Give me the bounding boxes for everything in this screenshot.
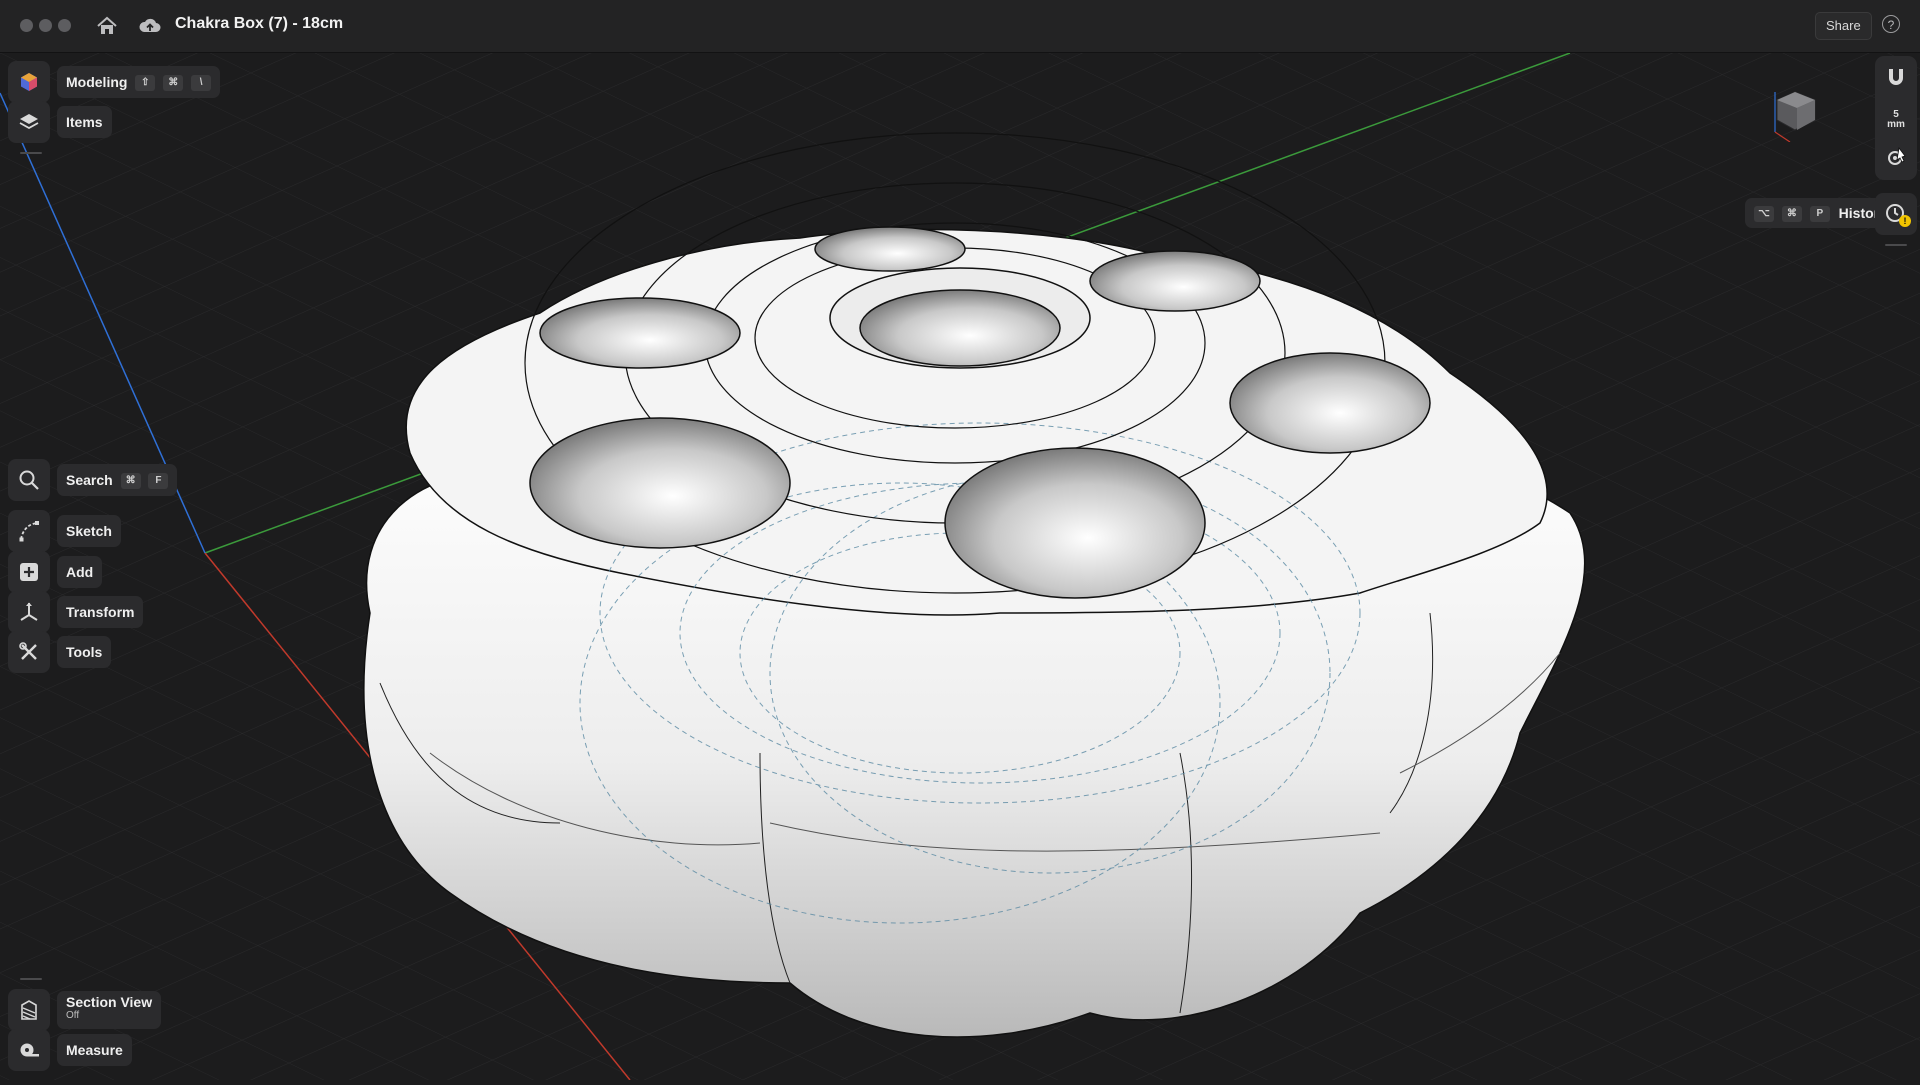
transform-icon [20,602,38,621]
modeling-mode-button[interactable] [8,61,50,103]
snap-increment[interactable]: 5 mm [1875,110,1917,130]
cloud-upload-icon[interactable] [138,14,162,38]
share-button[interactable]: Share [1815,12,1872,40]
measure-label[interactable]: Measure [57,1034,132,1066]
shortcut-key: ⌘ [1781,206,1802,223]
shortcut-key: ⌥ [1754,206,1774,223]
3d-viewport[interactable] [0,52,1920,1081]
history-label[interactable]: ⌥ ⌘ P History [1745,198,1896,228]
add-label[interactable]: Add [57,556,103,588]
section-view-text: Section View [66,994,153,1010]
measure-button[interactable] [8,1029,50,1071]
section-view-icon [21,1000,37,1020]
view-cube-icon[interactable] [1765,82,1825,142]
section-view-label[interactable]: Section View Off [57,991,162,1029]
snap-settings-icon[interactable] [1885,146,1907,168]
add-button[interactable] [8,551,50,593]
window-close-dot[interactable] [20,19,33,32]
history-button[interactable]: ! [1875,193,1917,235]
search-button[interactable] [8,459,50,501]
tools-label[interactable]: Tools [57,636,112,668]
sketch-label[interactable]: Sketch [57,515,121,547]
right-toolbar: 5 mm [1875,56,1917,180]
snap-unit: mm [1887,119,1905,130]
toolbar-divider [20,978,42,980]
modeling-label[interactable]: Modeling ⇧ ⌘ \ [57,66,221,98]
history-warning-badge: ! [1899,215,1911,227]
sketch-button[interactable] [8,510,50,552]
section-view-status: Off [66,1010,80,1021]
shortcut-key: ⌘ [163,75,184,92]
sketch-icon [19,521,39,542]
shortcut-key: F [148,473,169,490]
shortcut-key: \ [191,75,212,92]
section-view-button[interactable] [8,989,50,1031]
window-minimize-dot[interactable] [39,19,52,32]
shortcut-key: ⌘ [120,473,141,490]
home-icon[interactable] [95,14,119,38]
toolbar-divider [20,152,42,154]
toolbar-divider [1885,244,1907,246]
modeling-cube-icon [21,73,37,91]
items-label[interactable]: Items [57,106,112,138]
magnet-icon[interactable] [1885,66,1907,88]
search-label[interactable]: Search ⌘ F [57,464,178,496]
plus-square-icon [20,563,38,581]
layers-icon [19,114,39,130]
tools-button[interactable] [8,631,50,673]
search-text: Search [66,472,113,488]
measure-tape-icon [20,1043,39,1057]
scene-canvas[interactable] [0,52,1920,1081]
transform-button[interactable] [8,591,50,633]
shortcut-key: P [1809,206,1830,223]
tools-icon [19,642,37,660]
title-bar: Chakra Box (7) - 18cm Share ? [0,0,1920,53]
shortcut-key: ⇧ [135,75,156,92]
document-title: Chakra Box (7) - 18cm [175,15,344,32]
search-icon [19,470,39,490]
items-button[interactable] [8,101,50,143]
transform-label[interactable]: Transform [57,596,144,628]
window-zoom-dot[interactable] [58,19,71,32]
help-icon[interactable]: ? [1882,15,1900,33]
modeling-text: Modeling [66,74,128,90]
